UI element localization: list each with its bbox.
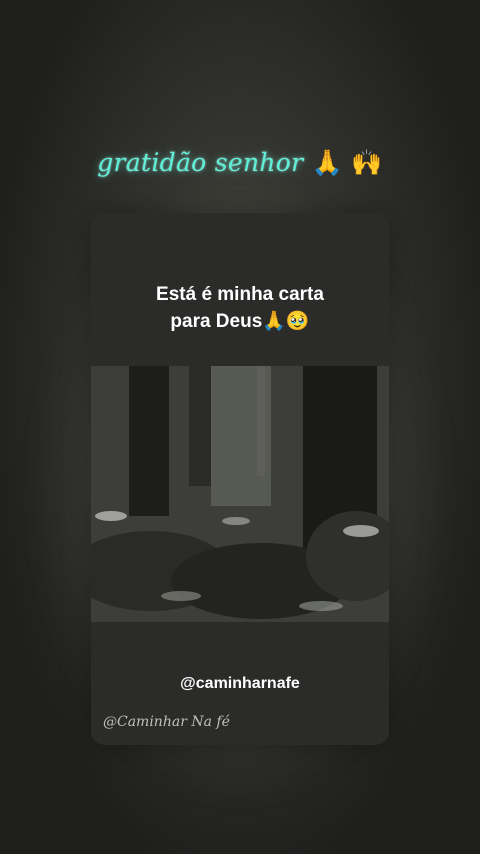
card-title-line-2: para Deus🙏🥹	[170, 311, 310, 332]
leaf-highlight-5	[299, 601, 343, 611]
forest-image	[91, 366, 389, 622]
caption-emojis: 🙏 🙌	[311, 148, 383, 177]
card-title-line-1: Está é minha carta	[156, 284, 324, 305]
video-frame: gratidão senhor 🙏 🙌 Está é minha carta p…	[0, 0, 480, 854]
leaf-highlight-4	[161, 591, 201, 601]
leaf-highlight-3	[343, 525, 379, 537]
caption-text: gratidão senhor	[97, 148, 304, 177]
card-title: Está é minha carta para Deus🙏🥹	[91, 281, 389, 335]
leaf-highlight-2	[222, 517, 250, 525]
tree-trunk-thin	[257, 366, 265, 476]
creator-handle: @caminharnafe	[180, 675, 300, 692]
video-card: Está é minha carta para Deus🙏🥹 @caminhar…	[91, 213, 389, 745]
caption: gratidão senhor 🙏 🙌	[0, 148, 480, 178]
tree-trunk-center	[189, 366, 211, 486]
tree-trunk-left	[129, 366, 169, 516]
leaf-highlight-1	[95, 511, 127, 521]
watermark-text: @Caminhar Na fé	[103, 714, 230, 730]
